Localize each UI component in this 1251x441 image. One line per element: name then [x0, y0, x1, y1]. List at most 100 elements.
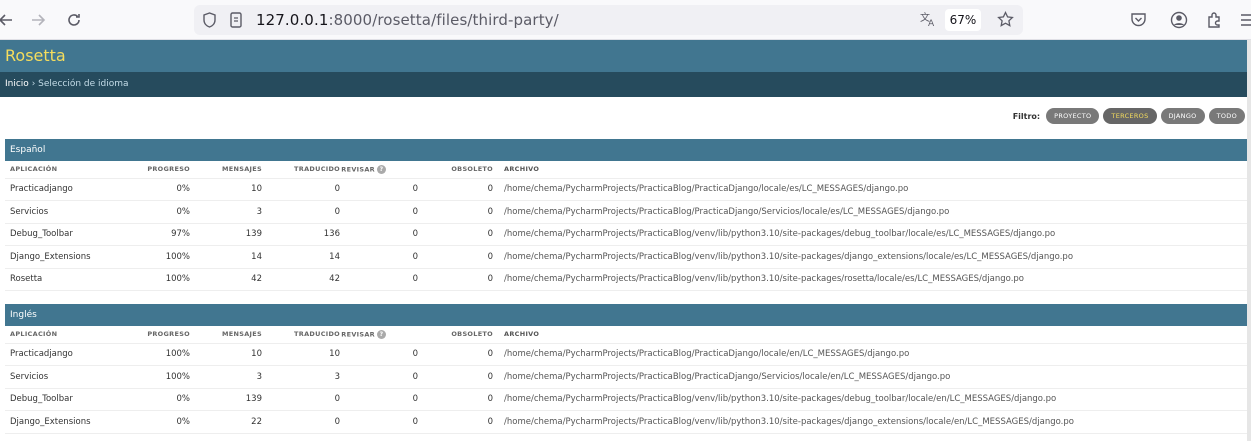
app-name-link[interactable]: Practicadjango: [5, 343, 135, 366]
review-cell: 0: [340, 343, 418, 366]
obsolete-cell: 0: [418, 268, 493, 291]
column-header-label: PROGRESO: [147, 165, 190, 174]
pocket-icon[interactable]: [1130, 11, 1147, 32]
file-path-cell: /home/chema/PycharmProjects/PracticaBlog…: [493, 388, 1247, 411]
app-name-link[interactable]: Servicios: [5, 365, 135, 389]
language-module: Español APLICACIÓN PROGRESO MENSAJES TRADUCI…: [5, 139, 1247, 291]
back-icon[interactable]: [0, 8, 18, 32]
obsolete-cell: 0: [418, 388, 493, 411]
filter-proyecto-button[interactable]: PROYECTO: [1046, 108, 1100, 124]
column-header: OBSOLETO: [418, 326, 493, 344]
column-header-label: APLICACIÓN: [10, 330, 58, 339]
column-header-label: REVISAR: [341, 165, 375, 174]
column-header: APLICACIÓN: [5, 326, 135, 344]
obsolete-cell: 0: [418, 200, 493, 224]
column-header: ARCHIVO: [493, 326, 1247, 344]
column-header: MENSAJES: [190, 326, 262, 344]
progress-cell: 100%: [135, 268, 190, 291]
breadcrumb-separator: ›: [28, 79, 39, 89]
review-cell: 0: [340, 388, 418, 411]
obsolete-cell: 0: [418, 343, 493, 366]
review-cell: 0: [340, 365, 418, 389]
filter-bar: Filtro: PROYECTO TERCEROS DJANGO TODO: [1013, 108, 1245, 124]
column-header-label: TRADUCIDO: [294, 165, 340, 174]
progress-cell: 100%: [135, 245, 190, 269]
filter-label: Filtro:: [1012, 111, 1041, 121]
zoom-indicator[interactable]: 67%: [945, 9, 981, 31]
column-header-label: OBSOLETO: [451, 330, 493, 339]
translated-cell: 42: [262, 268, 340, 291]
extensions-icon[interactable]: [1206, 11, 1223, 32]
language-caption: Español: [5, 139, 1247, 161]
table-row[interactable]: Servicios 0% 3 0 0 0/home/chema/PycharmProjec…: [5, 200, 1247, 224]
column-header: MENSAJES: [190, 161, 262, 179]
obsolete-cell: 0: [418, 410, 493, 434]
column-header-label: PROGRESO: [147, 330, 190, 339]
app-name-link[interactable]: Rosetta: [5, 268, 135, 291]
progress-cell: 97%: [135, 223, 190, 246]
breadcrumb-home-link[interactable]: Inicio: [5, 79, 29, 89]
forward-icon[interactable]: [26, 8, 50, 32]
page-info-icon[interactable]: [229, 12, 243, 32]
messages-cell: 22: [190, 410, 262, 434]
app-name-link[interactable]: Practicadjango: [5, 178, 135, 201]
table-row[interactable]: Practicadjango 0% 10 0 0 0/home/chema/Pycharm…: [5, 178, 1247, 201]
translated-cell: 0: [262, 388, 340, 411]
app-name-link[interactable]: Debug_Toolbar: [5, 223, 135, 246]
table-header-row: APLICACIÓN PROGRESO MENSAJES TRADUCIDO REVIS…: [5, 326, 1247, 344]
menu-icon[interactable]: [1241, 12, 1251, 32]
translated-cell: 3: [262, 365, 340, 389]
review-cell: 0: [340, 200, 418, 224]
shield-icon[interactable]: [202, 12, 217, 32]
language-table: APLICACIÓN PROGRESO MENSAJES TRADUCIDO REVIS…: [5, 161, 1247, 291]
app-name-link[interactable]: Django_Extensions: [5, 410, 135, 434]
app-name-link[interactable]: Servicios: [5, 200, 135, 224]
app-name-link[interactable]: Django_Extensions: [5, 245, 135, 269]
reload-icon[interactable]: [62, 8, 86, 32]
column-header-label: OBSOLETO: [451, 165, 493, 174]
bookmark-star-icon[interactable]: [997, 10, 1014, 32]
url-bar[interactable]: 127.0.0.1:8000/rosetta/files/third-party…: [194, 5, 1023, 35]
column-header-label: MENSAJES: [221, 165, 262, 174]
review-cell: 0: [340, 268, 418, 291]
table-row[interactable]: Django_Extensions 100% 14 14 0 0/home/chema/P…: [5, 245, 1247, 269]
table-row[interactable]: Practicadjango 100% 10 10 0 0/home/chema/Pych…: [5, 343, 1247, 366]
translated-cell: 0: [262, 410, 340, 434]
column-header: APLICACIÓN: [5, 161, 135, 179]
table-row[interactable]: Servicios 100% 3 3 0 0/home/chema/PycharmProj…: [5, 365, 1247, 389]
column-header: TRADUCIDO: [262, 326, 340, 344]
help-icon[interactable]: ?: [377, 329, 386, 339]
messages-cell: 10: [190, 343, 262, 366]
table-row[interactable]: Debug_Toolbar 97% 139 136 0 0/home/chema/Pych…: [5, 223, 1247, 246]
messages-cell: 42: [190, 268, 262, 291]
obsolete-cell: 0: [418, 365, 493, 389]
messages-cell: 139: [190, 388, 262, 411]
translate-icon[interactable]: 文A: [920, 10, 938, 32]
column-header-label: ARCHIVO: [504, 330, 540, 339]
filter-todo-button[interactable]: TODO: [1208, 108, 1245, 124]
column-header: PROGRESO: [135, 161, 190, 179]
table-row[interactable]: Django_Extensions 0% 22 0 0 0/home/chema/Pych…: [5, 410, 1247, 434]
language-module: Inglés APLICACIÓN PROGRESO MENSAJES TRADUCID…: [5, 304, 1247, 434]
review-cell: 0: [340, 245, 418, 269]
file-path-cell: /home/chema/PycharmProjects/PracticaBlog…: [493, 410, 1247, 434]
progress-cell: 0%: [135, 178, 190, 201]
file-path-cell: /home/chema/PycharmProjects/PracticaBlog…: [493, 343, 1247, 366]
file-path-cell: /home/chema/PycharmProjects/PracticaBlog…: [493, 365, 1247, 389]
language-table: APLICACIÓN PROGRESO MENSAJES TRADUCIDO REVIS…: [5, 326, 1247, 434]
table-row[interactable]: Rosetta 100% 42 42 0 0/home/chema/PycharmProj…: [5, 268, 1247, 291]
account-icon[interactable]: [1170, 11, 1188, 33]
filter-terceros-button[interactable]: TERCEROS: [1103, 108, 1157, 124]
filter-django-button[interactable]: DJANGO: [1160, 108, 1205, 124]
table-row[interactable]: Debug_Toolbar 0% 139 0 0 0/home/chema/Pycharm…: [5, 388, 1247, 411]
language-caption: Inglés: [5, 304, 1247, 326]
site-title[interactable]: Rosetta: [5, 46, 66, 65]
app-name-link[interactable]: Debug_Toolbar: [5, 388, 135, 411]
scrollbar[interactable]: [1247, 40, 1251, 441]
obsolete-cell: 0: [418, 245, 493, 269]
translated-cell: 0: [262, 178, 340, 201]
help-icon[interactable]: ?: [377, 164, 386, 174]
column-header-label: REVISAR: [341, 330, 375, 339]
messages-cell: 10: [190, 178, 262, 201]
column-header: REVISAR?: [340, 161, 418, 179]
